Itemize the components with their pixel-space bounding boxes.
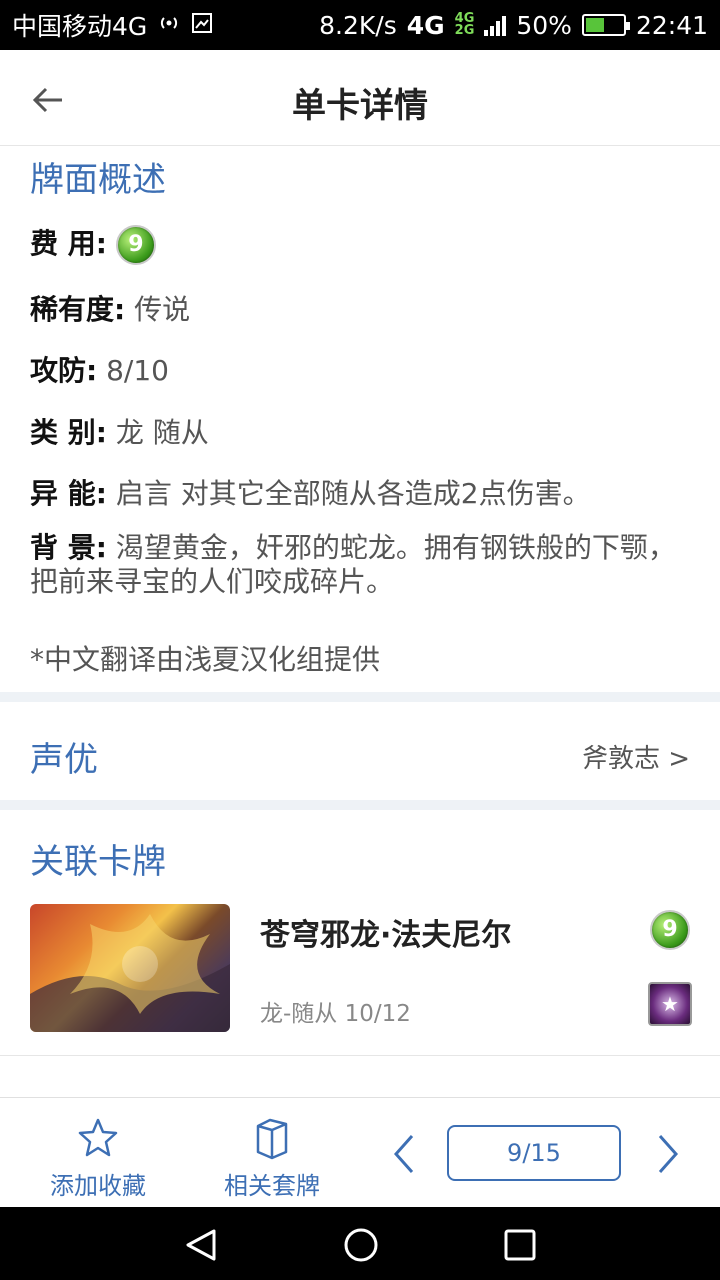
background-value: 渴望黄金，奸邪的蛇龙。拥有钢铁般的下颚，把前来寻宝的人们咬成碎片。 [30, 531, 676, 598]
rarity-value: 传说 [125, 293, 191, 326]
battery-icon [581, 14, 630, 36]
card-name: 苍穹邪龙·法夫尼尔 [260, 918, 512, 953]
overview-title: 牌面概述 [30, 160, 166, 200]
carrier-text: 中国移动4G [12, 12, 148, 41]
voice-title: 声优 [30, 740, 98, 780]
attack-row: 攻防: 8/10 [30, 349, 690, 389]
net-type-indicator: 4G 2G [454, 11, 475, 38]
cost-label: 费 用: [30, 227, 107, 260]
card-meta: 龙-随从 10/12 [260, 1001, 411, 1027]
related-decks-label: 相关套牌 [224, 1172, 320, 1200]
divider [0, 692, 720, 702]
rarity-row: 稀有度: 传说 [30, 288, 690, 328]
attack-value: 8/10 [97, 354, 169, 387]
ability-label: 异 能: [30, 477, 107, 510]
related-title: 关联卡牌 [30, 842, 166, 882]
card-thumbnail [30, 904, 230, 1032]
page-title: 单卡详情 [292, 86, 428, 126]
background-row: 背 景: 渴望黄金，奸邪的蛇龙。拥有钢铁般的下颚，把前来寻宝的人们咬成碎片。 [30, 531, 690, 599]
list-item[interactable]: 苍穹邪龙·法夫尼尔 龙-随从 10/12 9 ★ [0, 900, 720, 1036]
status-bar: 中国移动4G 8.2K/s 4G 4G 2G 50% 22:41 [0, 0, 720, 50]
signal-icon [484, 14, 507, 36]
translation-note: *中文翻译由浅夏汉化组提供 [30, 643, 381, 676]
nav-recent-icon[interactable] [500, 1225, 540, 1265]
card-cost-gem-icon: 9 [650, 910, 690, 950]
nav-back-icon[interactable] [182, 1225, 222, 1265]
battery-percent: 50% [516, 10, 572, 40]
image-icon [191, 11, 213, 40]
ability-row: 异 能: 启言 对其它全部随从各造成2点伤害。 [30, 472, 690, 512]
voice-actor-row[interactable]: 声优 斧敦志 > [0, 702, 720, 800]
cost-gem-icon: 9 [115, 225, 156, 265]
voice-actor-link[interactable]: 斧敦志 > [582, 738, 690, 775]
rarity-gem-icon: ★ [648, 982, 692, 1026]
chevron-left-icon[interactable] [390, 1132, 420, 1176]
cost-row: 费 用: 9 [30, 222, 690, 265]
type-value: 龙 随从 [106, 416, 209, 449]
hotspot-icon [157, 11, 181, 40]
background-label: 背 景: [30, 531, 107, 564]
speed-text: 8.2K/s [319, 10, 397, 40]
nav-home-icon[interactable] [341, 1225, 381, 1265]
star-icon [76, 1116, 120, 1160]
app-header: 单卡详情 [0, 50, 720, 146]
net-main-text: 4G [406, 10, 445, 40]
overview-section: 牌面概述 费 用: 9 稀有度: 传说 攻防: 8/10 类 别: 龙 随从 异… [0, 146, 720, 692]
card-box-icon [250, 1116, 294, 1160]
page-indicator[interactable]: 9/15 [447, 1125, 621, 1181]
clock: 22:41 [635, 10, 708, 40]
divider [0, 800, 720, 810]
related-decks-button[interactable]: 相关套牌 [222, 1116, 322, 1201]
related-cards-section: 关联卡牌 苍穹邪龙·法夫尼尔 龙-随从 10/12 9 ★ [0, 810, 720, 1056]
add-favorite-button[interactable]: 添加收藏 [48, 1116, 148, 1201]
rarity-label: 稀有度: [30, 293, 126, 326]
chevron-right-icon[interactable] [652, 1132, 682, 1176]
attack-label: 攻防: [30, 354, 98, 387]
system-nav-bar [0, 1207, 720, 1280]
add-favorite-label: 添加收藏 [50, 1172, 146, 1200]
bottom-toolbar: 添加收藏 相关套牌 9/15 [0, 1097, 720, 1207]
ability-value: 启言 对其它全部随从各造成2点伤害。 [106, 477, 591, 510]
type-row: 类 别: 龙 随从 [30, 411, 690, 451]
type-label: 类 别: [30, 416, 107, 449]
